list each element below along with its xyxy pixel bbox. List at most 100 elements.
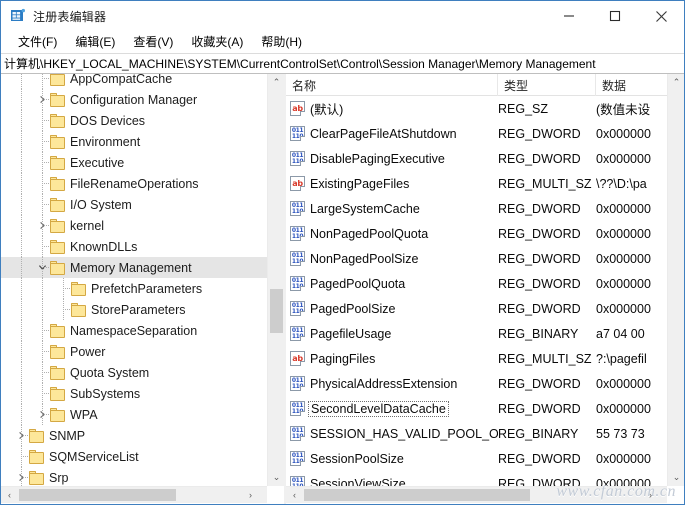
tree-item-dos-devices[interactable]: DOS Devices — [1, 110, 267, 131]
tree-item-appcompatcache[interactable]: AppCompatCache — [1, 74, 267, 89]
window-controls — [546, 1, 684, 31]
menu-view[interactable]: 查看(V) — [124, 31, 182, 53]
value-row[interactable]: 011 110 PagefileUsage REG_BINARY a7 04 00 — [286, 321, 684, 346]
value-row[interactable]: 011 110 SessionPoolSize REG_DWORD 0x000000 — [286, 446, 684, 471]
value-name-cell: 011 110 NonPagedPoolQuota — [286, 221, 498, 246]
value-name-cell: 011110 SESSION_HAS_VALID_POOL_ON_E — [286, 421, 498, 446]
value-type-cell: REG_DWORD — [498, 301, 581, 316]
value-name-cell: 011 110 NonPagedPoolSize — [286, 246, 498, 271]
tree-item-prefetchparameters[interactable]: PrefetchParameters — [1, 278, 267, 299]
maximize-button[interactable] — [592, 1, 638, 31]
tree-hscroll-thumb[interactable] — [19, 489, 176, 501]
value-row[interactable]: 011 110 NonPagedPoolQuota REG_DWORD 0x000000 — [286, 221, 684, 246]
value-row[interactable]: 011 110 NonPagedPoolSize REG_DWORD 0x000000 — [286, 246, 684, 271]
folder-icon — [50, 239, 66, 254]
value-row[interactable]: 011 110 LargeSystemCache REG_DWORD 0x000000 — [286, 196, 684, 221]
value-row[interactable]: ab (默认) REG_SZ (数值未设 — [286, 96, 684, 121]
menu-edit[interactable]: 编辑(E) — [66, 31, 124, 53]
tree-item-executive[interactable]: Executive — [1, 152, 267, 173]
tree-item-environment[interactable]: Environment — [1, 131, 267, 152]
value-name-cell: 011 110 LargeSystemCache — [286, 196, 498, 221]
folder-icon — [29, 449, 45, 464]
value-name-label: NonPagedPoolSize — [310, 251, 419, 266]
values-scroll-up-button[interactable]: ⌃ — [668, 74, 684, 91]
value-name-label: SessionViewSize — [310, 476, 406, 487]
folder-icon — [50, 176, 66, 191]
value-row[interactable]: ab ExistingPageFiles REG_MULTI_SZ \??\D:\pa — [286, 171, 684, 196]
value-row[interactable]: 011 110 DisablePagingExecutive REG_DWORD 0x0… — [286, 146, 684, 171]
folder-icon — [71, 281, 87, 296]
value-row[interactable]: 011 110 PhysicalAddressExtension REG_DWORD 0… — [286, 371, 684, 396]
dword-value-icon: 011 110 — [290, 301, 305, 316]
tree-scroll-up-button[interactable]: ⌃ — [268, 74, 284, 91]
value-name-label: SecondLevelDataCache — [308, 400, 449, 417]
tree-item-srp[interactable]: Srp — [1, 467, 267, 486]
tree-item-power[interactable]: Power — [1, 341, 267, 362]
dword-value-icon: 011 110 — [290, 251, 305, 266]
tree-guide-line — [42, 74, 43, 89]
tree-vertical-scrollbar[interactable]: ⌃ ⌄ — [267, 74, 284, 486]
column-header-name[interactable]: 名称 — [286, 74, 498, 96]
address-bar[interactable]: 计算机\HKEY_LOCAL_MACHINE\SYSTEM\CurrentCon… — [1, 53, 684, 74]
values-hscroll-thumb[interactable] — [304, 489, 530, 501]
tree-scroll-down-button[interactable]: ⌄ — [268, 469, 284, 486]
tree-guide-line — [21, 194, 22, 215]
title-bar[interactable]: 注册表编辑器 — [1, 1, 684, 31]
column-header-type[interactable]: 类型 — [498, 74, 596, 96]
value-row[interactable]: 011 110 SecondLevelDataCache REG_DWORD 0x000… — [286, 396, 684, 421]
tree-item-wpa[interactable]: WPA — [1, 404, 267, 425]
dword-value-icon: 011 110 — [290, 426, 305, 441]
value-name-cell: 011 110 SessionPoolSize — [286, 446, 498, 471]
value-row[interactable]: ab PagingFiles REG_MULTI_SZ ?:\pagefil — [286, 346, 684, 371]
value-type-cell: REG_DWORD — [498, 451, 581, 466]
tree-guide-line — [21, 89, 22, 110]
value-name-cell: 011 110 SecondLevelDataCache — [286, 396, 498, 421]
tree-item-namespaceseparation[interactable]: NamespaceSeparation — [1, 320, 267, 341]
tree-item-kernel[interactable]: kernel — [1, 215, 267, 236]
tree-guide-line — [21, 131, 22, 152]
minimize-button[interactable] — [546, 1, 592, 31]
tree-item-snmp[interactable]: SNMP — [1, 425, 267, 446]
tree-horizontal-scrollbar[interactable]: ‹ › — [1, 486, 267, 503]
tree-scroll-right-button[interactable]: › — [242, 487, 259, 503]
tree-item-subsystems[interactable]: SubSystems — [1, 383, 267, 404]
values-vertical-scrollbar[interactable]: ⌃ ⌄ — [667, 74, 684, 486]
values-scroll-left-button[interactable]: ‹ — [286, 487, 303, 503]
folder-icon — [50, 260, 66, 275]
tree-guide-line — [21, 173, 22, 194]
value-name-cell: ab PagingFiles — [286, 346, 498, 371]
tree-scroll-thumb[interactable] — [270, 289, 283, 333]
folder-icon — [50, 323, 66, 338]
value-type-cell: REG_DWORD — [498, 126, 581, 141]
value-row[interactable]: 011110 SESSION_HAS_VALID_POOL_ON_EREG_BIN… — [286, 421, 684, 446]
tree-item-quota-system[interactable]: Quota System — [1, 362, 267, 383]
value-row[interactable]: 011 110 ClearPageFileAtShutdown REG_DWORD 0x… — [286, 121, 684, 146]
dword-value-icon: 011 110 — [290, 376, 305, 391]
value-name-cell: 011 110 PagedPoolQuota — [286, 271, 498, 296]
tree-item-sqmservicelist[interactable]: SQMServiceList — [1, 446, 267, 467]
tree-guide-line — [21, 299, 22, 320]
menu-favorites[interactable]: 收藏夹(A) — [182, 31, 252, 53]
menu-file[interactable]: 文件(F) — [9, 31, 66, 53]
tree-item-storeparameters[interactable]: StoreParameters — [1, 299, 267, 320]
tree-item-filerenameoperations[interactable]: FileRenameOperations — [1, 173, 267, 194]
registry-path-text: 计算机\HKEY_LOCAL_MACHINE\SYSTEM\CurrentCon… — [4, 57, 596, 71]
menu-help[interactable]: 帮助(H) — [252, 31, 311, 53]
close-button[interactable] — [638, 1, 684, 31]
value-row[interactable]: 011 110 PagedPoolSize REG_DWORD 0x000000 — [286, 296, 684, 321]
tree-item-i-o-system[interactable]: I/O System — [1, 194, 267, 215]
tree-item-label: SubSystems — [70, 386, 141, 401]
tree-scroll-left-button[interactable]: ‹ — [1, 487, 18, 503]
value-type-cell: REG_DWORD — [498, 226, 581, 241]
value-row[interactable]: 011 110 PagedPoolQuota REG_DWORD 0x000000 — [286, 271, 684, 296]
folder-icon — [71, 302, 87, 317]
tree-guide-line — [21, 383, 22, 404]
value-name-label: PagedPoolQuota — [310, 276, 406, 291]
tree-item-knowndlls[interactable]: KnownDLLs — [1, 236, 267, 257]
tree-item-memory-management[interactable]: Memory Management — [1, 257, 267, 278]
dword-value-icon: 011 110 — [290, 451, 305, 466]
value-name-label: PagefileUsage — [310, 326, 392, 341]
tree-item-configuration-manager[interactable]: Configuration Manager — [1, 89, 267, 110]
value-name-cell: 011 110 PhysicalAddressExtension — [286, 371, 498, 396]
folder-icon — [29, 470, 45, 485]
